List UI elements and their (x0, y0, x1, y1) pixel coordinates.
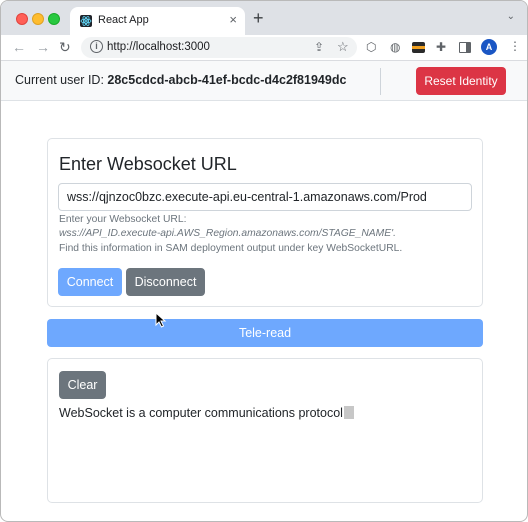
help-text-line2: wss://API_ID.execute-api.AWS_Region.amaz… (59, 228, 396, 239)
extension-hexagon-icon[interactable]: ⬡ (366, 40, 376, 54)
card-title: Enter Websocket URL (59, 154, 237, 174)
tab-react-app[interactable]: React App × (70, 7, 245, 35)
output-text: WebSocket is a computer communications p… (59, 406, 354, 420)
address-bar[interactable]: i http://localhost:3000 ⇪ ☆ (81, 37, 357, 58)
header-divider (380, 68, 381, 95)
mouse-pointer-icon (155, 312, 167, 328)
react-favicon-icon (80, 15, 92, 27)
help-text-line3: Find this information in SAM deployment … (59, 243, 403, 254)
minimize-window-button[interactable] (32, 13, 44, 25)
help-text-line1: Enter your Websocket URL: (59, 214, 187, 225)
back-arrow-icon[interactable]: ← (12, 39, 26, 55)
share-icon[interactable]: ⇪ (314, 40, 324, 54)
zoom-window-button[interactable] (48, 13, 60, 25)
user-id-label: Current user ID: (15, 73, 104, 87)
close-window-button[interactable] (16, 13, 28, 25)
site-info-icon[interactable]: i (90, 40, 103, 53)
tab-search-chevron-icon[interactable]: ⌄ (507, 11, 515, 22)
connect-button[interactable]: Connect (58, 268, 122, 296)
forward-arrow-icon[interactable]: → (36, 39, 50, 55)
clear-button[interactable]: Clear (59, 371, 106, 399)
browser-menu-icon[interactable]: ⋮ (509, 39, 521, 53)
browser-window: React App × + ⌄ ← → ↻ i http://localhost… (0, 0, 528, 522)
output-card: Clear WebSocket is a computer communicat… (47, 358, 483, 503)
text-cursor (343, 406, 354, 419)
output-message: WebSocket is a computer communications p… (59, 406, 343, 420)
reset-identity-button[interactable]: Reset Identity (416, 67, 506, 95)
extensions-puzzle-icon[interactable]: ✚ (436, 40, 446, 54)
address-url[interactable]: http://localhost:3000 (107, 41, 210, 53)
tab-title: React App (98, 14, 149, 26)
tab-strip: React App × + ⌄ (1, 1, 527, 35)
extension-ball-icon[interactable]: ◍ (390, 40, 400, 54)
profile-avatar[interactable]: A (481, 39, 497, 55)
bookmark-star-icon[interactable]: ☆ (337, 39, 349, 55)
current-user-id: Current user ID: 28c5cdcd-abcb-41ef-bcdc… (15, 73, 346, 87)
user-id-value: 28c5cdcd-abcb-41ef-bcdc-d4c2f81949dc (107, 73, 347, 87)
tele-read-button[interactable]: Tele-read (47, 319, 483, 347)
websocket-url-input[interactable]: wss://qjnzoc0bzc.execute-api.eu-central-… (58, 183, 472, 211)
app-header: Current user ID: 28c5cdcd-abcb-41ef-bcdc… (1, 61, 527, 101)
tab-close-icon[interactable]: × (229, 12, 237, 28)
extension-battery-icon[interactable] (412, 42, 425, 53)
side-panel-icon[interactable] (459, 42, 471, 53)
disconnect-button[interactable]: Disconnect (126, 268, 205, 296)
websocket-url-card: Enter Websocket URL wss://qjnzoc0bzc.exe… (47, 138, 483, 307)
browser-toolbar: ← → ↻ i http://localhost:3000 ⇪ ☆ ⬡ ◍ ✚ … (1, 35, 527, 61)
reload-icon[interactable]: ↻ (59, 39, 71, 55)
new-tab-button[interactable]: + (253, 9, 264, 27)
